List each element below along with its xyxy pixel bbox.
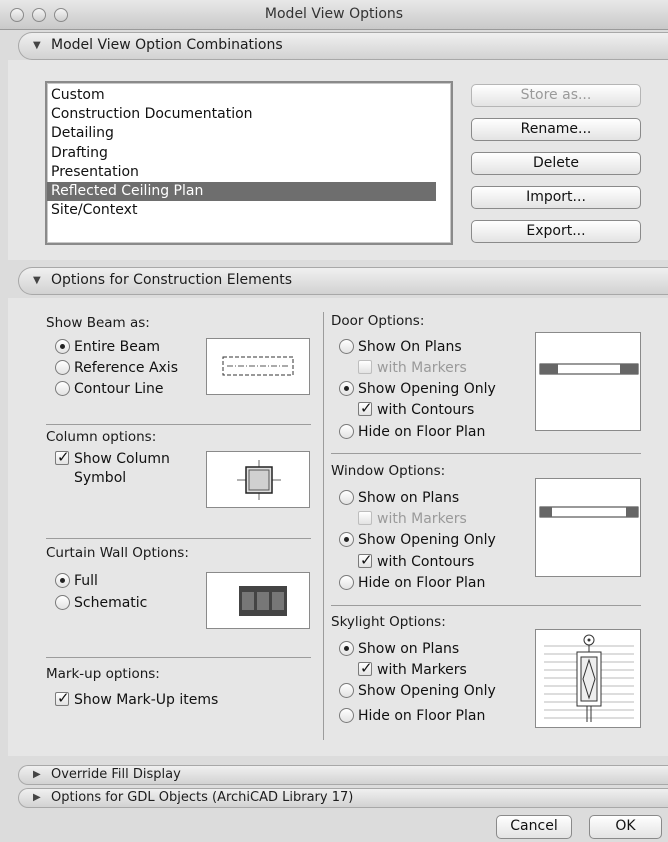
column-symbol-icon [237, 460, 281, 500]
triangle-right-icon: ▶ [33, 769, 41, 780]
section-title: Options for GDL Objects (ArchiCAD Librar… [51, 790, 354, 805]
checkbox-checked-icon[interactable]: ✓ [358, 399, 373, 417]
radio-selected-icon[interactable] [55, 573, 70, 588]
beam-preview-icon [222, 356, 294, 376]
section-header-gdl[interactable]: ▶ Options for GDL Objects (ArchiCAD Libr… [18, 788, 668, 808]
checkbox-checked-icon[interactable]: ✓ [55, 448, 70, 466]
divider [46, 538, 311, 539]
triangle-right-icon: ▶ [33, 792, 41, 803]
section-title: Override Fill Display [51, 767, 181, 782]
list-item[interactable]: Presentation [47, 163, 451, 182]
radio-icon[interactable] [339, 575, 354, 590]
section-title: Options for Construction Elements [51, 272, 293, 288]
checkmark-icon: ✓ [360, 659, 373, 677]
divider [46, 657, 311, 658]
window-preview [535, 478, 641, 577]
radio-icon[interactable] [339, 683, 354, 698]
curtain-wall-options-label: Curtain Wall Options: [46, 545, 189, 561]
delete-button[interactable]: Delete [471, 152, 641, 175]
store-as-button[interactable]: Store as... [471, 84, 641, 107]
door-opening-icon [539, 363, 639, 375]
window-title: Model View Options [264, 6, 404, 22]
list-item[interactable]: Custom [47, 86, 451, 105]
section-header-override-fill[interactable]: ▶ Override Fill Display [18, 765, 668, 785]
radio-icon[interactable] [55, 381, 70, 396]
list-item-selected[interactable]: Reflected Ceiling Plan [47, 181, 436, 202]
checkmark-icon: ✓ [360, 399, 373, 417]
radio-selected-icon[interactable] [55, 339, 70, 354]
window-opening-icon [539, 506, 639, 518]
beam-options-label: Show Beam as: [46, 315, 150, 331]
ok-button[interactable]: OK [589, 815, 662, 839]
curtain-wall-icon [239, 586, 287, 616]
column-preview [206, 451, 310, 508]
section-title: Model View Option Combinations [51, 37, 283, 53]
checkbox-checked-icon[interactable]: ✓ [358, 551, 373, 569]
rename-button[interactable]: Rename... [471, 118, 641, 141]
title-bar: Model View Options [0, 0, 668, 30]
triangle-down-icon: ▼ [33, 275, 41, 286]
combinations-list[interactable]: Custom Construction Documentation Detail… [45, 81, 453, 245]
column-options-label: Column options: [46, 429, 157, 445]
list-item[interactable]: Detailing [47, 124, 451, 143]
divider [331, 605, 641, 606]
door-preview [535, 332, 641, 431]
radio-icon[interactable] [339, 424, 354, 439]
radio-icon[interactable] [55, 595, 70, 610]
checkbox-icon[interactable] [358, 511, 372, 525]
radio-icon[interactable] [55, 360, 70, 375]
checkmark-icon: ✓ [57, 689, 70, 707]
list-item[interactable]: Drafting [47, 144, 451, 163]
import-button[interactable]: Import... [471, 186, 641, 209]
window-options-label: Window Options: [331, 463, 446, 479]
list-item[interactable]: Construction Documentation [47, 105, 451, 124]
checkmark-icon: ✓ [57, 448, 70, 466]
divider [331, 453, 641, 454]
checkmark-icon: ✓ [360, 551, 373, 569]
triangle-down-icon: ▼ [33, 40, 41, 51]
cancel-button[interactable]: Cancel [496, 815, 572, 839]
checkbox-checked-icon[interactable]: ✓ [55, 689, 70, 707]
radio-selected-icon[interactable] [339, 641, 354, 656]
beam-preview [206, 338, 310, 395]
export-button[interactable]: Export... [471, 220, 641, 243]
radio-selected-icon[interactable] [339, 381, 354, 396]
divider [46, 424, 311, 425]
checkbox-checked-icon[interactable]: ✓ [358, 659, 373, 677]
curtain-wall-preview [206, 572, 310, 629]
skylight-preview [535, 629, 641, 728]
section-header-combinations[interactable]: ▼ Model View Option Combinations [18, 32, 668, 60]
skylight-options-label: Skylight Options: [331, 614, 446, 630]
markup-options-label: Mark-up options: [46, 666, 160, 682]
skylight-icon [544, 634, 634, 722]
checkbox-icon[interactable] [358, 360, 372, 374]
radio-icon[interactable] [339, 708, 354, 723]
column-divider [323, 312, 324, 740]
list-item[interactable]: Site/Context [47, 201, 451, 220]
radio-selected-icon[interactable] [339, 532, 354, 547]
door-options-label: Door Options: [331, 313, 425, 329]
section-header-construction[interactable]: ▼ Options for Construction Elements [18, 267, 668, 295]
radio-icon[interactable] [339, 490, 354, 505]
radio-icon[interactable] [339, 339, 354, 354]
